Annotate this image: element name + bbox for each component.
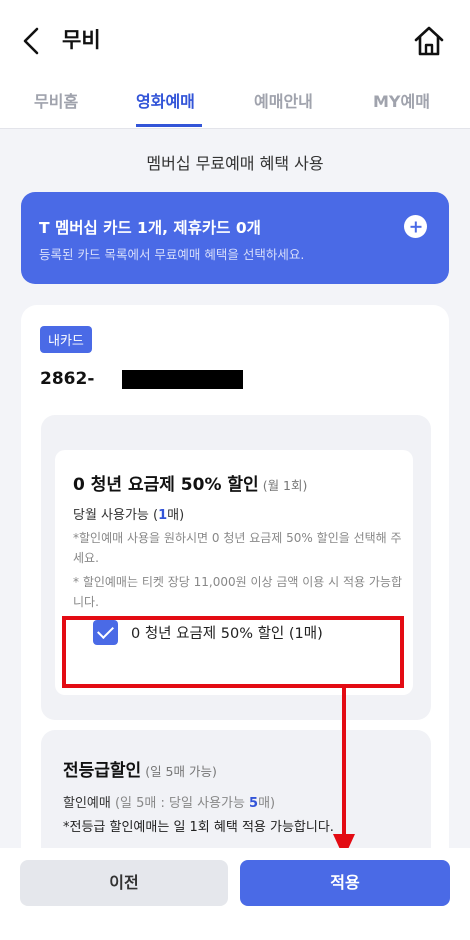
benefit-youth-usage: 당월 사용가능 (1매) [73, 504, 184, 523]
banner-title: T 멤버십 카드 1개, 제휴카드 0개 [39, 219, 261, 237]
card-number: 2862- [40, 369, 95, 389]
tab-my-booking[interactable]: MY예매 [373, 90, 430, 114]
benefit-youth-note-1: *할인예매 사용을 원하시면 0 청년 요금제 50% 할인을 선택해 주세요. [73, 531, 402, 565]
my-card-badge: 내카드 [40, 326, 92, 353]
card-panel: 내카드 2862- 전등급할인 (일 5매 가능) 할인예매 (일 5매 : 당일… [21, 305, 449, 870]
benefit-youth-title: 0 청년 요금제 50% 할인 (월 1회) [73, 470, 307, 495]
top-bar: 무비 [0, 0, 470, 80]
back-arrow-icon[interactable] [18, 26, 48, 56]
page-title: 무비 [62, 28, 101, 52]
tab-movie-home[interactable]: 무비홈 [34, 90, 78, 114]
annotation-arrow-line [342, 688, 346, 846]
section-title: 멤버십 무료예매 혜택 사용 [146, 154, 324, 173]
benefit-all-grade-note: *전등급 할인예매는 일 1회 혜택 적용 가능합니다. [63, 820, 334, 835]
apply-button[interactable]: 적용 [240, 860, 450, 906]
benefit-youth-limit: (월 1회) [262, 478, 308, 493]
card-number-redaction [122, 370, 243, 389]
usage-count: 1 [158, 508, 168, 523]
benefit-youth-note-2: * 할인예매는 티켓 장당 11,000원 이상 금액 이용 시 적용 가능합니… [73, 575, 403, 609]
usage-detail-suffix: 매) [258, 796, 276, 811]
benefit-all-grade-usage: 할인예매 (일 5매 : 당일 사용가능 5매) [63, 792, 275, 811]
usage-count: 5 [249, 796, 259, 811]
highlight-box [62, 616, 404, 688]
usage-suffix: 매) [167, 508, 185, 523]
benefit-youth-name: 0 청년 요금제 50% 할인 [73, 475, 259, 495]
active-tab-indicator [136, 124, 202, 127]
usage-prefix: 당월 사용가능 ( [73, 508, 159, 523]
tab-bar: 무비홈 영화예매 예매안내 MY예매 [0, 80, 470, 129]
tab-booking-guide[interactable]: 예매안내 [254, 90, 313, 114]
usage-detail-prefix: (일 5매 : 당일 사용가능 [110, 796, 250, 811]
membership-banner[interactable]: T 멤버십 카드 1개, 제휴카드 0개 등록된 카드 목록에서 무료예매 혜택… [21, 192, 449, 284]
banner-subtitle: 등록된 카드 목록에서 무료예매 혜택을 선택하세요. [39, 247, 305, 262]
add-card-icon[interactable] [404, 215, 427, 238]
bottom-action-bar: 이전 적용 [0, 848, 470, 940]
benefit-all-grade-name: 전등급할인 [63, 761, 142, 781]
tab-movie-booking[interactable]: 영화예매 [136, 90, 195, 114]
home-icon[interactable] [412, 24, 446, 58]
benefit-all-grade-limit: (일 5매 가능) [145, 764, 217, 779]
prev-button[interactable]: 이전 [20, 860, 228, 906]
benefit-all-grade-title: 전등급할인 (일 5매 가능) [63, 756, 217, 781]
usage-label: 할인예매 [63, 796, 111, 811]
